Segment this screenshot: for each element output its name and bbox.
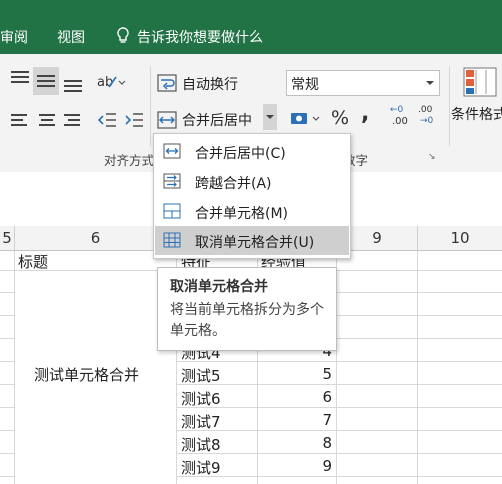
menu-item-unmerge-cells[interactable]: 取消单元格合并(U) <box>155 226 349 255</box>
row-value[interactable]: 7 <box>312 411 332 429</box>
tooltip-body: 将当前单元格拆分为多个单元格。 <box>170 302 324 339</box>
row-value[interactable]: 9 <box>312 457 332 475</box>
merge-dropdown-menu: 合并后居中(C) 跨越合并(A) 合并单元格(M) 取消单元格合并(U) <box>153 133 351 259</box>
increase-decimal-icon[interactable]: ←0 .00 <box>390 105 414 131</box>
number-format-select[interactable]: 常规 <box>286 70 440 96</box>
chevron-down-icon <box>425 77 435 92</box>
number-format-value: 常规 <box>291 77 319 93</box>
unmerge-tooltip: 取消单元格合并 将当前单元格拆分为多个单元格。 <box>157 267 337 351</box>
column-header-5[interactable]: 5 <box>0 226 15 250</box>
decrease-indent-icon[interactable] <box>97 111 117 129</box>
unmerge-cells-icon <box>163 231 181 249</box>
menu-item-label: 跨越合并(A) <box>195 176 272 192</box>
column-header-10[interactable]: 10 <box>418 226 502 250</box>
align-left-icon[interactable] <box>11 112 31 130</box>
wrap-text-button[interactable]: 自动换行 <box>182 74 238 94</box>
row-value[interactable]: 5 <box>312 365 332 383</box>
align-bottom-icon[interactable] <box>64 74 84 92</box>
menu-item-label: 合并后居中(C) <box>195 146 286 162</box>
menu-item-merge-cells[interactable]: 合并单元格(M) <box>155 197 349 226</box>
tooltip-title: 取消单元格合并 <box>170 279 268 295</box>
dialog-launcher-icon[interactable]: ↘ <box>428 152 436 162</box>
ribbon-separator <box>449 66 450 146</box>
merge-dropdown-button[interactable] <box>263 104 277 130</box>
comma-style-button[interactable]: , <box>361 101 369 126</box>
decrease-decimal-icon[interactable]: .00 →0 <box>418 105 442 131</box>
menu-item-label: 取消单元格合并(U) <box>195 235 315 251</box>
row-label[interactable]: 测试6 <box>181 388 221 409</box>
conditional-format-button[interactable]: 条件格式 <box>451 104 502 124</box>
lightbulb-icon <box>116 27 130 45</box>
ribbon-tab-bar: 审阅 视图 告诉我你想要做什么 <box>0 0 502 54</box>
wrap-text-icon[interactable] <box>157 74 177 92</box>
tab-view[interactable]: 视图 <box>57 27 85 47</box>
menu-item-merge-across[interactable]: 跨越合并(A) <box>155 167 349 196</box>
increase-indent-icon[interactable] <box>124 111 144 129</box>
merge-across-icon <box>163 172 181 190</box>
align-middle-icon[interactable] <box>33 67 59 95</box>
merge-center-icon[interactable] <box>157 111 177 129</box>
row-value[interactable]: 6 <box>312 388 332 406</box>
align-center-icon[interactable] <box>38 112 58 130</box>
merge-center-button[interactable]: 合并后居中 <box>182 110 252 130</box>
row-value[interactable]: 8 <box>312 434 332 452</box>
menu-item-merge-center[interactable]: 合并后居中(C) <box>155 137 349 166</box>
row-label[interactable]: 测试8 <box>181 434 221 455</box>
header-title-cell[interactable]: 标题 <box>18 251 48 272</box>
merge-cells-icon <box>163 202 181 220</box>
alignment-group-label: 对齐方式 <box>104 153 155 168</box>
svg-text:ab: ab <box>97 75 113 90</box>
row-label[interactable]: 测试9 <box>181 457 221 478</box>
tell-me-search[interactable]: 告诉我你想要做什么 <box>137 27 263 47</box>
conditional-format-icon[interactable] <box>462 66 498 98</box>
row-label[interactable]: 测试7 <box>181 411 221 432</box>
tab-review[interactable]: 审阅 <box>0 27 28 47</box>
align-top-icon[interactable] <box>11 69 31 87</box>
align-right-icon[interactable] <box>64 112 84 130</box>
ribbon-separator <box>150 66 151 146</box>
merge-center-icon <box>163 142 181 160</box>
percent-style-button[interactable]: % <box>331 107 349 129</box>
accounting-format-icon[interactable] <box>290 110 322 128</box>
orientation-icon[interactable]: ab <box>97 72 127 90</box>
menu-item-label: 合并单元格(M) <box>195 206 289 222</box>
merged-cell[interactable]: 测试单元格合并 <box>34 364 139 385</box>
row-label[interactable]: 测试5 <box>181 365 221 386</box>
